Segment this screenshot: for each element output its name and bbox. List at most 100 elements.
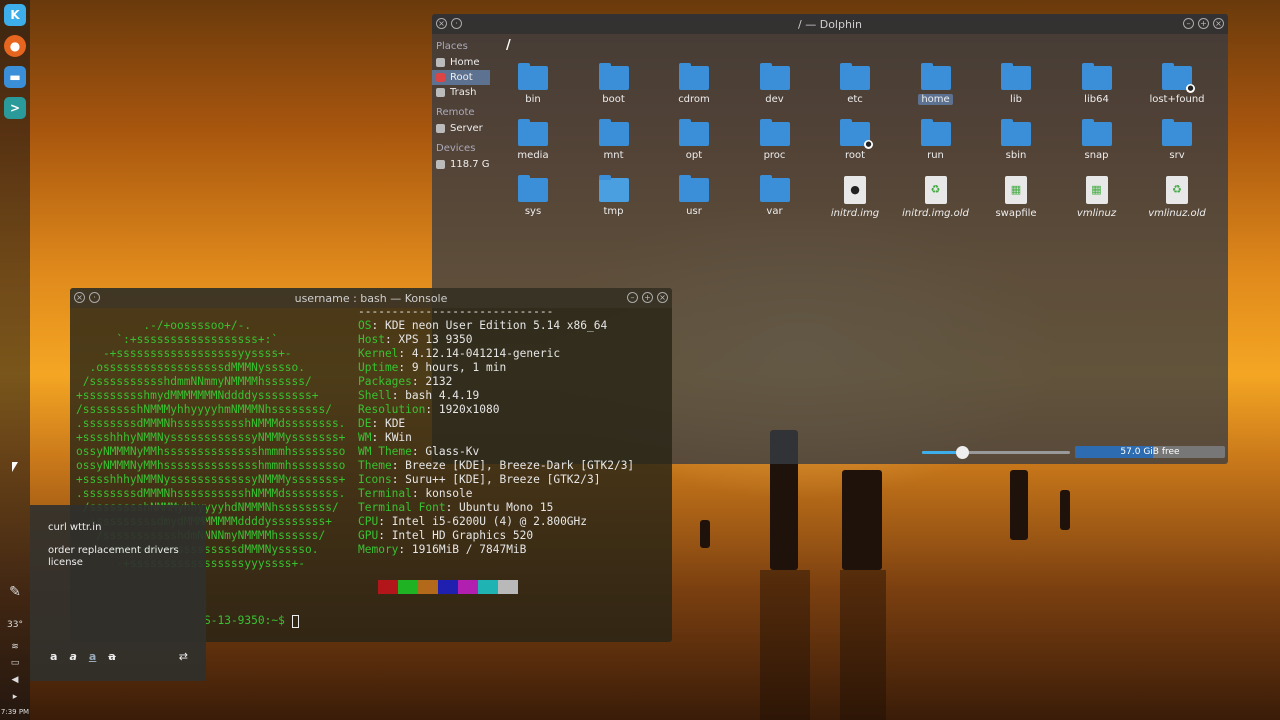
window-title: / — Dolphin (798, 17, 862, 31)
info-key: Terminal Font (358, 501, 446, 514)
file-item[interactable]: sbin (981, 118, 1051, 161)
pin-icon[interactable]: · (89, 292, 100, 303)
temperature-readout: 33° (7, 620, 23, 630)
notes-widget-icon[interactable]: ✎ (0, 584, 30, 600)
kde-menu-icon[interactable]: K (4, 4, 26, 26)
close-icon[interactable]: × (1213, 18, 1224, 29)
file-name: home (918, 94, 953, 105)
volume-icon[interactable]: ◀ (0, 675, 30, 685)
file-item[interactable]: ● root (820, 118, 890, 161)
file-name: opt (685, 150, 703, 161)
folder-icon (679, 175, 709, 202)
file-item[interactable]: home (901, 62, 971, 105)
file-item[interactable]: opt (659, 118, 729, 161)
folder-icon (598, 175, 629, 202)
mouse-pointer (12, 462, 18, 472)
strikethrough-button[interactable]: a (108, 650, 115, 663)
network-icon (436, 124, 445, 133)
device-disk[interactable]: 118.7 GiB (432, 157, 490, 172)
place-home[interactable]: Home (432, 55, 490, 70)
menu-icon[interactable]: × (74, 292, 85, 303)
file-item[interactable]: media (498, 118, 568, 161)
minimize-icon[interactable]: – (627, 292, 638, 303)
file-item[interactable]: usr (659, 174, 729, 217)
file-item[interactable]: ▦ vmlinuz (1062, 174, 1132, 219)
menu-icon[interactable]: × (436, 18, 447, 29)
place-trash[interactable]: Trash (432, 85, 490, 100)
file-item[interactable]: ♻ initrd.img.old (901, 174, 971, 219)
battery-icon[interactable]: ▭ (0, 658, 30, 668)
shell-prompt[interactable]: S-13-9350:~$ (204, 614, 299, 628)
file-item[interactable]: proc (740, 118, 810, 161)
folder-icon[interactable]: ▬ (4, 66, 26, 88)
location-path[interactable]: / (506, 38, 511, 53)
clock[interactable]: 7:39 PM (0, 708, 30, 716)
file-item[interactable]: snap (1062, 118, 1132, 161)
tree-stump (700, 520, 710, 548)
file-icon: ▦ (1085, 176, 1108, 204)
place-server[interactable]: Server (432, 121, 490, 136)
maximize-icon[interactable]: + (1198, 18, 1209, 29)
file-item[interactable]: etc (820, 62, 890, 105)
wifi-icon[interactable]: ≋ (0, 642, 30, 652)
file-name: proc (763, 150, 786, 161)
system-info: ----------------------------- OS: KDE ne… (358, 305, 634, 557)
place-root[interactable]: Root (432, 70, 490, 85)
info-key: CPU (358, 515, 379, 528)
terminal-icon[interactable]: > (4, 97, 26, 119)
file-name: initrd.img (830, 208, 880, 219)
info-value: : 2132 (411, 375, 453, 388)
close-icon[interactable]: × (657, 292, 668, 303)
file-item[interactable]: lib64 (1062, 62, 1132, 105)
free-space-bar[interactable]: 57.0 GiB free (1075, 446, 1225, 458)
file-item[interactable]: mnt (579, 118, 649, 161)
dolphin-titlebar[interactable]: × · / — Dolphin – + × (432, 14, 1228, 34)
file-item[interactable]: ● lost+found (1142, 62, 1212, 105)
file-icon: ● (844, 176, 866, 204)
file-item[interactable]: ● initrd.img (820, 174, 890, 219)
info-value: : 1916MiB / 7847MiB (398, 543, 527, 556)
file-item[interactable]: cdrom (659, 62, 729, 105)
toggle-format-icon[interactable]: ⇄ (179, 650, 188, 663)
file-item[interactable]: var (740, 174, 810, 217)
file-item[interactable]: lib (981, 62, 1051, 105)
file-item[interactable]: ♻ vmlinuz.old (1142, 174, 1212, 219)
folder-icon (759, 175, 790, 202)
zoom-slider[interactable] (922, 446, 1070, 459)
drive-icon (436, 160, 445, 169)
underline-button[interactable]: a (89, 650, 96, 663)
pin-icon[interactable]: · (451, 18, 462, 29)
file-item[interactable]: run (901, 118, 971, 161)
folder-icon (1081, 119, 1112, 146)
palette-swatch (498, 580, 518, 594)
info-value: : 9 hours, 1 min (398, 361, 507, 374)
file-name: tmp (603, 206, 624, 217)
palette-swatch (478, 580, 498, 594)
bold-button[interactable]: a (50, 650, 57, 663)
file-item[interactable]: tmp (579, 174, 649, 217)
notes-body[interactable]: curl wttr.in order replacement drivers l… (48, 522, 179, 569)
maximize-icon[interactable]: + (642, 292, 653, 303)
expand-tray-icon[interactable]: ▸ (0, 692, 30, 702)
file-item[interactable]: sys (498, 174, 568, 217)
info-key: Memory (358, 543, 399, 556)
file-item[interactable]: dev (740, 62, 810, 105)
info-key: Resolution (358, 403, 426, 416)
italic-button[interactable]: a (69, 650, 76, 663)
file-item[interactable]: boot (579, 62, 649, 105)
prompt-text: S-13-9350:~$ (204, 614, 292, 627)
sticky-notes-widget[interactable]: curl wttr.in order replacement drivers l… (30, 505, 206, 681)
file-item[interactable]: ▦ swapfile (981, 174, 1051, 219)
file-item[interactable]: bin (498, 62, 568, 105)
info-value: : XPS 13 9350 (384, 333, 473, 346)
minimize-icon[interactable]: – (1183, 18, 1194, 29)
color-palette (378, 580, 518, 594)
firefox-icon[interactable]: ● (4, 35, 26, 57)
folder-icon (598, 119, 629, 146)
file-name: run (927, 150, 944, 161)
zoom-handle[interactable] (955, 446, 969, 459)
info-key: Terminal (358, 487, 412, 500)
file-item[interactable]: srv (1142, 118, 1212, 161)
format-toolbar: a a a a (50, 650, 116, 663)
folder-icon (1081, 63, 1112, 90)
